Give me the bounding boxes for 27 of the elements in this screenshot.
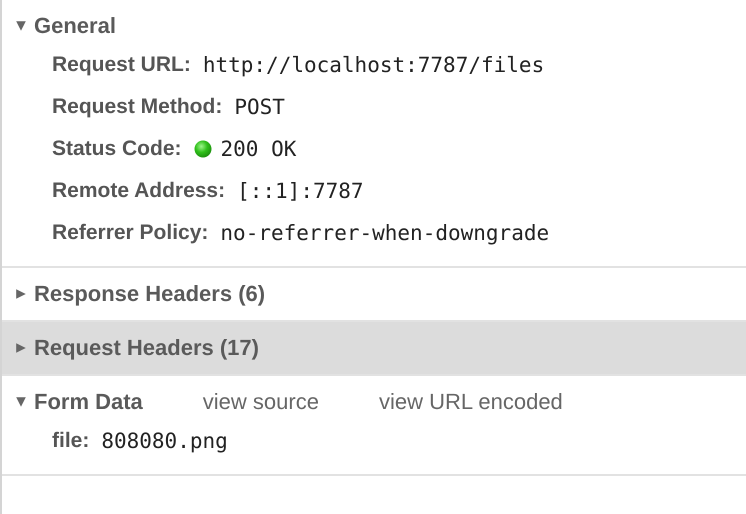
view-link[interactable]: view URL encoded bbox=[378, 389, 563, 415]
field-value: POST bbox=[234, 95, 285, 119]
field-value: 808080.png bbox=[101, 429, 228, 453]
field-value: [::1]:7787 bbox=[237, 179, 364, 203]
expanded-triangle-icon bbox=[15, 20, 27, 32]
section-title: General bbox=[34, 13, 116, 39]
field-label: Request URL: bbox=[52, 53, 191, 77]
section-title: Request Headers (17) bbox=[34, 335, 259, 361]
section-title: Form Data bbox=[34, 389, 143, 415]
field-label: Referrer Policy: bbox=[52, 221, 208, 245]
section-header[interactable]: General bbox=[2, 0, 746, 52]
field-value: no-referrer-when-downgrade bbox=[220, 221, 550, 245]
collapsed-triangle-icon bbox=[15, 342, 27, 354]
field-label: Remote Address: bbox=[52, 179, 226, 203]
section-header[interactable]: Form Data view source view URL encoded bbox=[2, 376, 746, 428]
expanded-triangle-icon bbox=[15, 396, 27, 408]
collapsed-triangle-icon bbox=[15, 288, 27, 300]
section-header[interactable]: Response Headers (6) bbox=[2, 268, 746, 320]
status-dot-icon bbox=[194, 140, 212, 158]
section-title: Response Headers (6) bbox=[34, 281, 266, 307]
field-label: file: bbox=[52, 429, 90, 453]
field-value: http://localhost:7787/files bbox=[202, 53, 544, 77]
field-value: 200 OK bbox=[220, 137, 296, 161]
field-label: Status Code: bbox=[52, 137, 182, 161]
view-link[interactable]: view source bbox=[202, 389, 319, 415]
section-header[interactable]: Request Headers (17) bbox=[2, 322, 746, 374]
field-label: Request Method: bbox=[52, 95, 222, 119]
